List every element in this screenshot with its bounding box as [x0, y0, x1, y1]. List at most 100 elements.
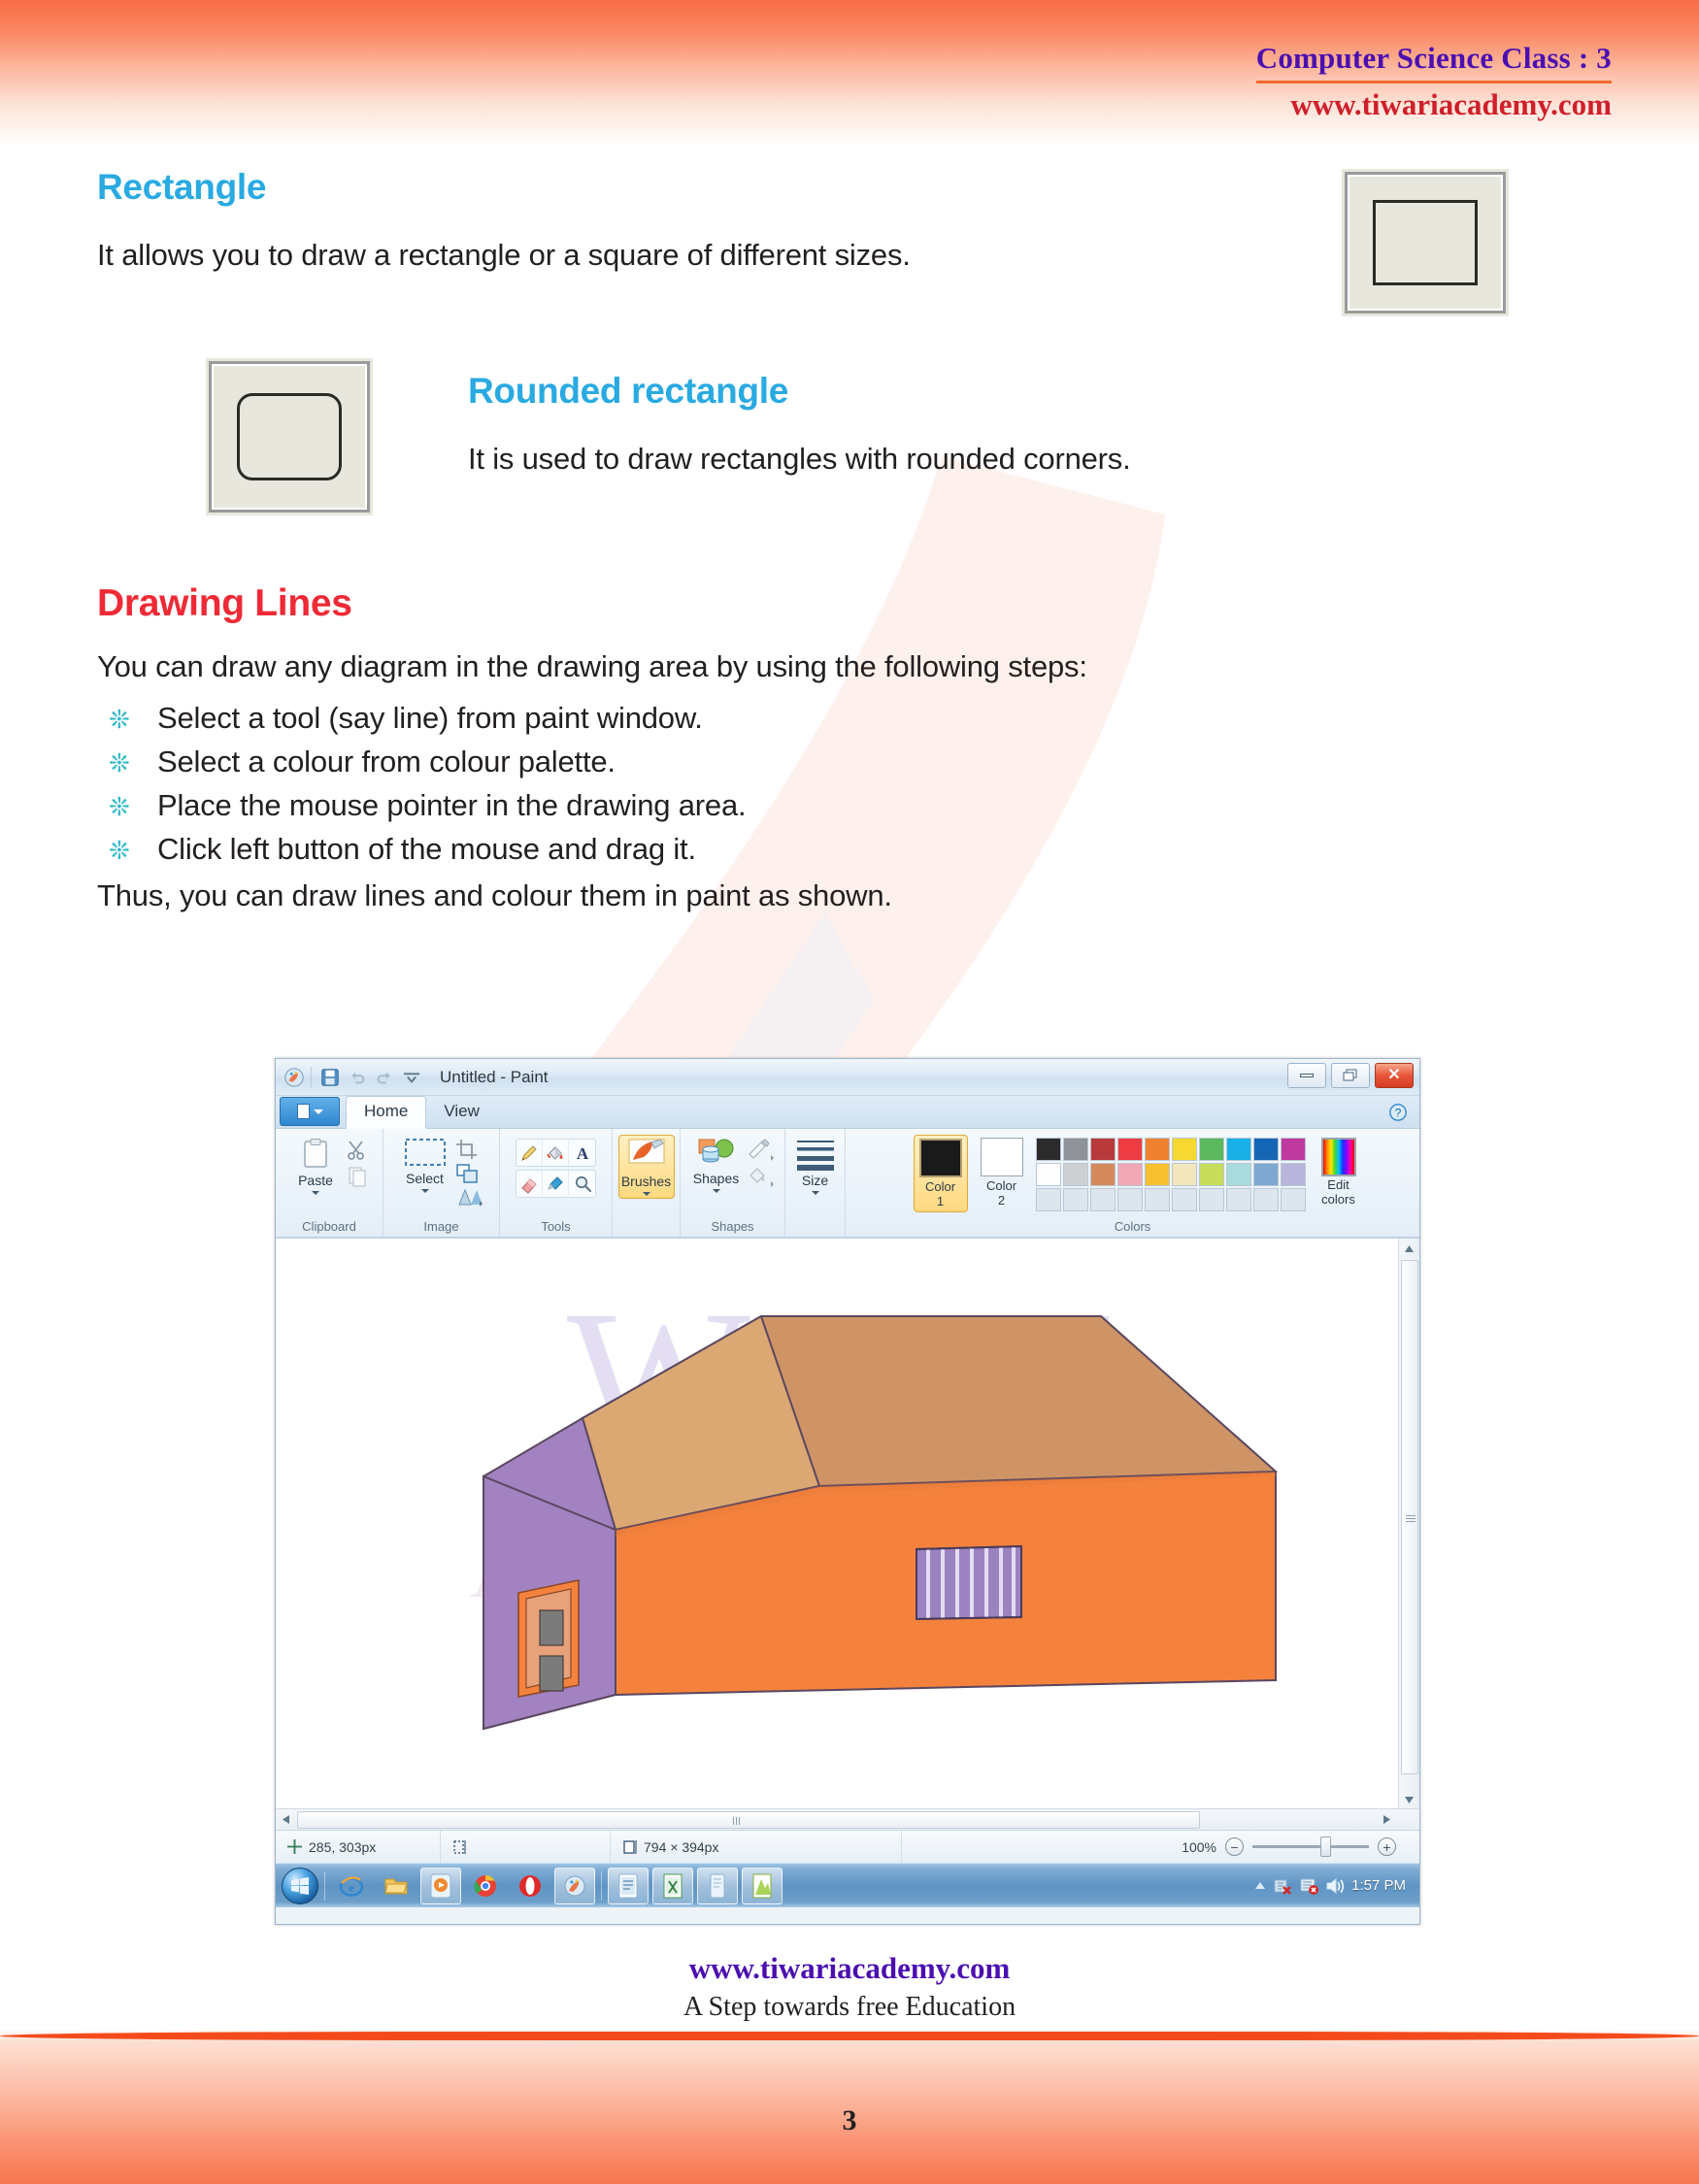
palette-swatch-r2-c7[interactable]: [1198, 1163, 1224, 1186]
close-button[interactable]: ✕: [1375, 1063, 1414, 1088]
scroll-left-arrow-icon[interactable]: [276, 1810, 295, 1830]
pencil-tool[interactable]: [516, 1140, 543, 1166]
palette-swatch-r3-c7[interactable]: [1198, 1188, 1224, 1211]
palette-swatch-r3-c4[interactable]: [1116, 1188, 1143, 1211]
paint-canvas-area[interactable]: WARI A C A D E M Y: [276, 1238, 1419, 1830]
color1-button[interactable]: Color 1: [913, 1135, 968, 1212]
palette-swatch-r2-c8[interactable]: [1225, 1163, 1251, 1186]
shapes-button[interactable]: Shapes: [690, 1135, 743, 1193]
rectangle-tool-icon[interactable]: [1345, 172, 1506, 314]
tools-group-label: Tools: [541, 1219, 571, 1234]
palette-swatch-r2-c5[interactable]: [1144, 1163, 1170, 1186]
fill-icon[interactable]: [747, 1165, 776, 1188]
color-picker-tool[interactable]: [543, 1171, 569, 1197]
palette-swatch-r1-c10[interactable]: [1280, 1138, 1306, 1161]
zoom-slider[interactable]: [1252, 1837, 1369, 1857]
edit-colors-button[interactable]: Edit colors: [1320, 1135, 1356, 1207]
copy-icon[interactable]: [346, 1165, 369, 1188]
zoom-slider-thumb[interactable]: [1320, 1837, 1331, 1857]
save-icon[interactable]: [319, 1067, 341, 1088]
palette-swatch-r1-c6[interactable]: [1171, 1138, 1197, 1161]
palette-swatch-r1-c2[interactable]: [1062, 1138, 1088, 1161]
size-button[interactable]: Size: [789, 1135, 842, 1195]
text-tool[interactable]: A: [569, 1140, 595, 1166]
palette-swatch-r3-c5[interactable]: [1144, 1188, 1170, 1211]
palette-swatch-r3-c1[interactable]: [1035, 1188, 1061, 1211]
outline-icon[interactable]: [747, 1139, 776, 1162]
palette-swatch-r2-c3[interactable]: [1089, 1163, 1116, 1186]
action-center-icon[interactable]: [1299, 1876, 1319, 1896]
palette-swatch-r2-c4[interactable]: [1116, 1163, 1143, 1186]
fill-tool[interactable]: [543, 1140, 569, 1166]
taskbar-item-chrome[interactable]: [465, 1868, 506, 1904]
edit-colors-label: Edit colors: [1321, 1177, 1355, 1207]
palette-swatch-r3-c2[interactable]: [1062, 1188, 1088, 1211]
palette-swatch-r3-c6[interactable]: [1171, 1188, 1197, 1211]
tab-home[interactable]: Home: [346, 1096, 427, 1129]
color2-button[interactable]: Color 2: [976, 1135, 1028, 1210]
palette-swatch-r2-c1[interactable]: [1035, 1163, 1061, 1186]
taskbar-item-opera[interactable]: [510, 1868, 550, 1904]
zoom-out-button[interactable]: −: [1225, 1837, 1244, 1856]
rotate-icon[interactable]: [455, 1187, 484, 1208]
palette-swatch-r1-c7[interactable]: [1198, 1138, 1224, 1161]
vertical-scroll-thumb[interactable]: [1400, 1260, 1418, 1774]
tab-view[interactable]: View: [426, 1097, 497, 1128]
palette-swatch-r3-c8[interactable]: [1225, 1188, 1251, 1211]
canvas-vertical-scrollbar[interactable]: [1398, 1239, 1419, 1809]
resize-icon[interactable]: [455, 1163, 479, 1184]
palette-swatch-r3-c10[interactable]: [1280, 1188, 1306, 1211]
taskbar-item-word-document[interactable]: [608, 1867, 649, 1904]
eraser-tool[interactable]: [516, 1171, 543, 1197]
rounded-rectangle-shape-glyph: [237, 393, 342, 480]
color-palette[interactable]: [1035, 1135, 1306, 1211]
palette-swatch-r2-c10[interactable]: [1280, 1163, 1306, 1186]
taskbar-item-green-app[interactable]: [742, 1867, 783, 1904]
select-button[interactable]: Select: [399, 1135, 451, 1193]
palette-swatch-r2-c6[interactable]: [1171, 1163, 1197, 1186]
taskbar-item-internet-explorer[interactable]: e: [331, 1868, 372, 1904]
redo-icon[interactable]: [374, 1067, 395, 1088]
taskbar-item-paint[interactable]: [554, 1867, 595, 1904]
palette-swatch-r1-c9[interactable]: [1252, 1138, 1279, 1161]
undo-icon[interactable]: [347, 1067, 368, 1088]
rounded-rectangle-tool-icon[interactable]: [209, 361, 370, 513]
palette-swatch-r1-c1[interactable]: [1035, 1138, 1061, 1161]
restore-button[interactable]: [1331, 1063, 1370, 1088]
scissors-icon[interactable]: [346, 1139, 369, 1162]
magnifier-tool[interactable]: [569, 1171, 595, 1197]
palette-swatch-r1-c8[interactable]: [1225, 1138, 1251, 1161]
taskbar-item-excel[interactable]: [652, 1867, 693, 1904]
taskbar-clock[interactable]: 1:57 PM: [1351, 1877, 1406, 1894]
minimize-button[interactable]: [1287, 1063, 1326, 1088]
taskbar-item-file-explorer[interactable]: [376, 1868, 416, 1904]
palette-swatch-r1-c4[interactable]: [1116, 1138, 1143, 1161]
paste-button[interactable]: Paste: [289, 1135, 342, 1195]
ribbon-group-image: Select Image: [383, 1129, 499, 1237]
help-icon[interactable]: ?: [1388, 1103, 1408, 1122]
canvas-horizontal-scrollbar[interactable]: [276, 1808, 1419, 1830]
network-error-icon[interactable]: [1273, 1876, 1292, 1896]
taskbar-item-media-player[interactable]: [420, 1867, 461, 1904]
drawing-lines-heading: Drawing Lines: [97, 582, 352, 624]
crop-icon[interactable]: [455, 1139, 479, 1160]
taskbar-item-notepad[interactable]: [697, 1867, 738, 1904]
scroll-up-arrow-icon[interactable]: [1400, 1239, 1419, 1258]
palette-swatch-r3-c9[interactable]: [1252, 1188, 1279, 1211]
brushes-button[interactable]: Brushes: [617, 1135, 675, 1199]
horizontal-scroll-thumb[interactable]: [297, 1811, 1200, 1829]
palette-swatch-r1-c3[interactable]: [1089, 1138, 1116, 1161]
customize-qat-chevron-down-icon[interactable]: [401, 1067, 422, 1088]
windows-start-orb[interactable]: [282, 1867, 318, 1904]
scroll-right-arrow-icon[interactable]: [1377, 1810, 1396, 1830]
volume-icon[interactable]: [1325, 1877, 1345, 1895]
palette-swatch-r1-c5[interactable]: [1144, 1138, 1170, 1161]
zoom-in-button[interactable]: +: [1378, 1837, 1396, 1856]
palette-swatch-r3-c3[interactable]: [1089, 1188, 1116, 1211]
scroll-down-arrow-icon[interactable]: [1400, 1790, 1419, 1809]
file-menu-button[interactable]: [280, 1097, 340, 1126]
palette-swatch-r2-c2[interactable]: [1062, 1163, 1088, 1186]
palette-swatch-r2-c9[interactable]: [1252, 1163, 1279, 1186]
cursor-position-icon: [287, 1839, 302, 1854]
show-hidden-icons-arrow[interactable]: [1254, 1880, 1266, 1892]
